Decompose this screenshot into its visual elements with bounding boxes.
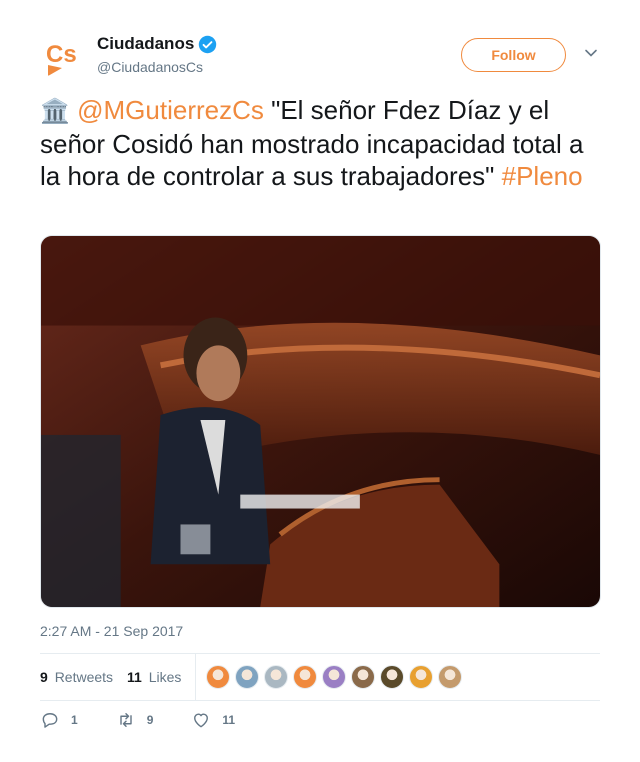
like-count: 11 xyxy=(222,713,236,727)
svg-text:Cs: Cs xyxy=(46,41,77,68)
liker-avatar[interactable] xyxy=(235,665,260,689)
liker-avatar[interactable] xyxy=(293,665,318,689)
liker-avatar[interactable] xyxy=(438,665,463,689)
retweet-icon xyxy=(119,713,132,727)
tweet-header: Cs Ciudadanos @CiudadanosCs Follow xyxy=(40,30,610,82)
follow-button[interactable]: Follow xyxy=(461,38,566,72)
tweet-actions: 1 9 11 xyxy=(40,710,273,730)
account-avatar[interactable]: Cs xyxy=(40,32,90,82)
likes-count: 11 xyxy=(127,669,142,685)
verified-badge-icon xyxy=(199,35,217,53)
retweet-button[interactable]: 9 xyxy=(116,710,154,730)
tweet-text: 🏛️ @MGutierrezCs "El señor Fdez Díaz y e… xyxy=(40,94,605,192)
reply-count: 1 xyxy=(71,713,78,727)
reply-button[interactable]: 1 xyxy=(40,710,78,730)
retweets-label: Retweets xyxy=(54,669,114,685)
account-handle[interactable]: @CiudadanosCs xyxy=(97,59,203,75)
liker-avatar[interactable] xyxy=(322,665,347,689)
engagement-stats: 9 Retweets 11 Likes xyxy=(40,654,600,700)
mention-link[interactable]: @MGutierrezCs xyxy=(77,95,264,125)
photo-parliament-speaker xyxy=(41,236,600,607)
heart-icon xyxy=(194,713,209,728)
reply-icon xyxy=(42,713,58,728)
retweets-count: 9 xyxy=(40,669,48,685)
liker-avatar[interactable] xyxy=(380,665,405,689)
liker-avatar[interactable] xyxy=(409,665,434,689)
liker-avatar[interactable] xyxy=(351,665,376,689)
hashtag-link[interactable]: #Pleno xyxy=(502,161,583,191)
name-row: Ciudadanos xyxy=(97,34,217,54)
tweet-timestamp[interactable]: 2:27 AM - 21 Sep 2017 xyxy=(40,623,183,639)
retweets-stat[interactable]: 9 Retweets xyxy=(40,669,113,685)
chevron-down-icon[interactable] xyxy=(584,46,598,60)
likes-label: Likes xyxy=(148,669,182,685)
stats-separator xyxy=(195,654,197,700)
tweet-photo[interactable] xyxy=(40,235,601,608)
divider xyxy=(40,700,600,701)
classical-building-icon: 🏛️ xyxy=(40,98,70,125)
liker-avatar[interactable] xyxy=(206,665,231,689)
ciudadanos-logo-icon: Cs xyxy=(40,32,90,82)
display-name[interactable]: Ciudadanos xyxy=(97,34,194,54)
liker-avatars xyxy=(206,665,467,689)
like-button[interactable]: 11 xyxy=(191,710,235,730)
likes-stat[interactable]: 11 Likes xyxy=(127,669,181,685)
liker-avatar[interactable] xyxy=(264,665,289,689)
retweet-count: 9 xyxy=(146,713,154,727)
